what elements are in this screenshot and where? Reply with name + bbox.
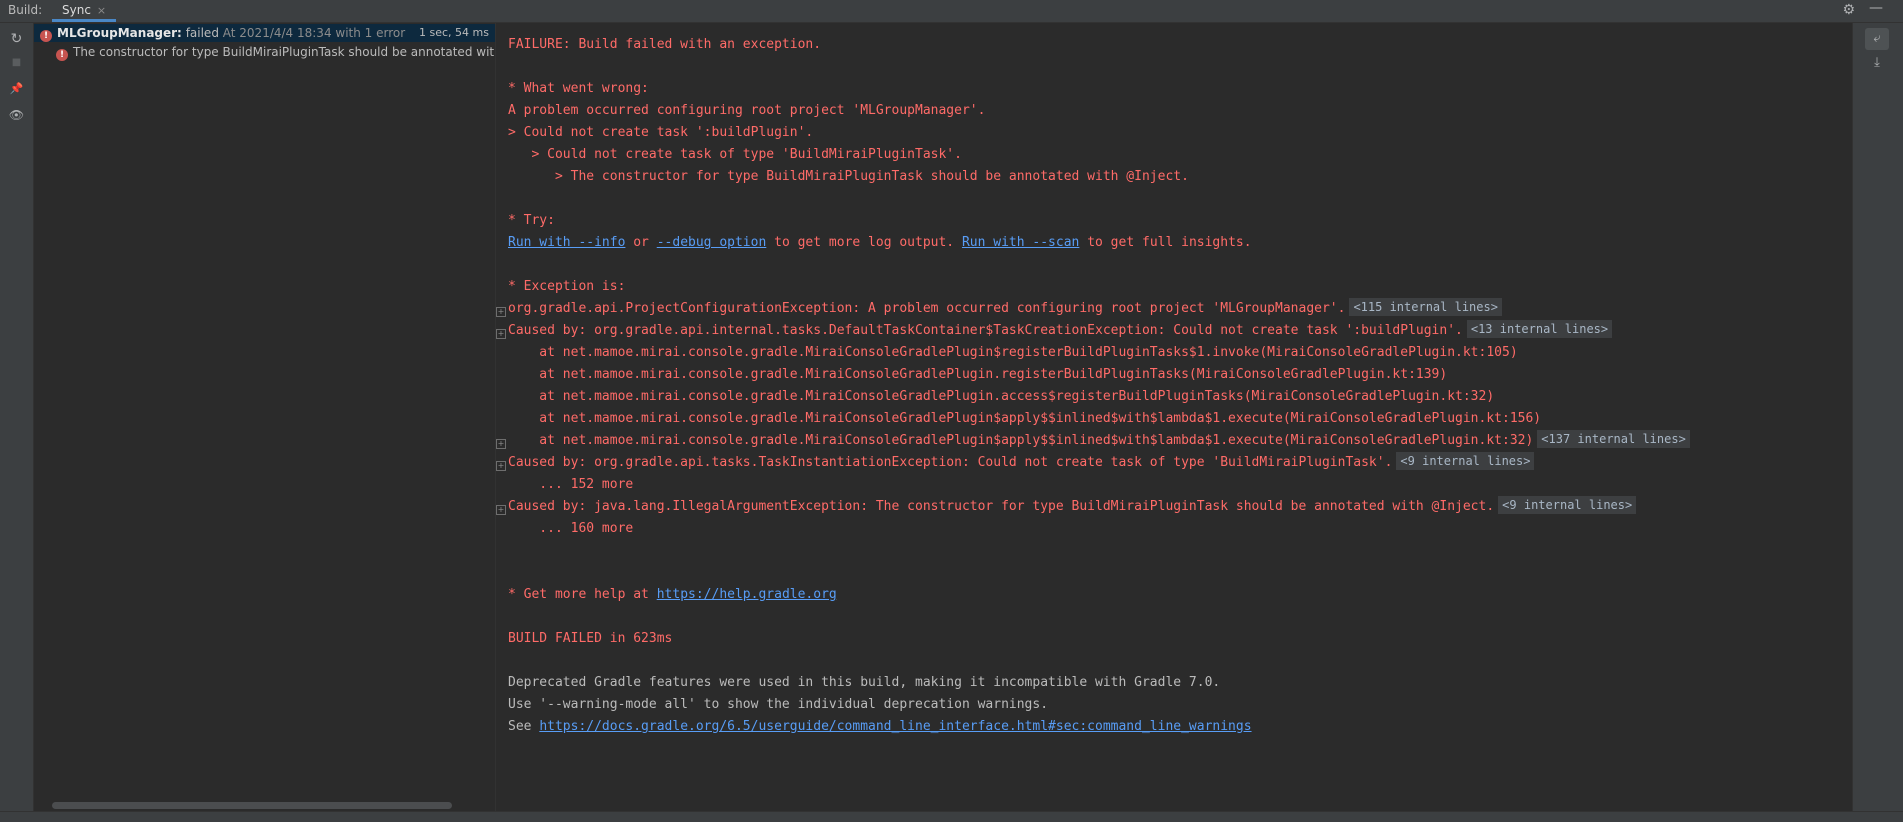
- close-icon[interactable]: ×: [97, 4, 106, 17]
- error-message: The constructor for type BuildMiraiPlugi…: [73, 45, 496, 59]
- internal-lines-badge[interactable]: <9 internal lines>: [1498, 496, 1637, 514]
- internal-lines-badge[interactable]: <115 internal lines>: [1349, 298, 1502, 316]
- scroll-to-end-icon[interactable]: ⤓: [1865, 52, 1889, 74]
- build-duration: 1 sec, 54 ms: [419, 26, 489, 39]
- horizontal-scrollbar[interactable]: [52, 802, 452, 809]
- build-detail: At 2021/4/4 18:34 with 1 error: [222, 26, 406, 40]
- docs-link[interactable]: https://docs.gradle.org/6.5/userguide/co…: [539, 719, 1251, 734]
- eye-icon[interactable]: 👁: [0, 103, 33, 127]
- console-line: > Could not create task ':buildPlugin'.: [508, 125, 814, 140]
- help-link[interactable]: https://help.gradle.org: [657, 587, 837, 602]
- soft-wrap-icon[interactable]: ⤶: [1865, 28, 1889, 50]
- stacktrace-line: at net.mamoe.mirai.console.gradle.MiraiC…: [508, 430, 1690, 452]
- console-text: to get full insights.: [1079, 235, 1252, 250]
- expand-icon[interactable]: +: [496, 329, 506, 339]
- console-text: org.gradle.api.ProjectConfigurationExcep…: [508, 301, 1346, 316]
- project-name: MLGroupManager:: [57, 26, 182, 40]
- run-info-link[interactable]: Run with --info: [508, 235, 625, 250]
- tree-item-error[interactable]: ! The constructor for type BuildMiraiPlug…: [34, 43, 496, 61]
- console-line: * Exception is:: [508, 279, 626, 294]
- exception-line: Caused by: java.lang.IllegalArgumentExce…: [508, 496, 1637, 518]
- console-text: Caused by: org.gradle.api.internal.tasks…: [508, 323, 1463, 338]
- internal-lines-badge[interactable]: <137 internal lines>: [1537, 430, 1690, 448]
- console-line: FAILURE: Build failed with an exception.: [508, 37, 822, 52]
- run-scan-link[interactable]: Run with --scan: [962, 235, 1079, 250]
- console-text: to get more log output.: [766, 235, 962, 250]
- sync-icon[interactable]: ↻: [0, 27, 33, 51]
- console-text: Caused by: org.gradle.api.tasks.TaskInst…: [508, 455, 1393, 470]
- console-text: See: [508, 719, 540, 734]
- console-line: * What went wrong:: [508, 81, 649, 96]
- stacktrace-line: at net.mamoe.mirai.console.gradle.MiraiC…: [508, 389, 1495, 404]
- console-line: > The constructor for type BuildMiraiPlu…: [508, 169, 1189, 184]
- debug-option-link[interactable]: --debug option: [657, 235, 767, 250]
- console-line: Deprecated Gradle features were used in …: [508, 675, 1221, 690]
- console-text: Caused by: java.lang.IllegalArgumentExce…: [508, 499, 1495, 514]
- build-failed-line: BUILD FAILED in 623ms: [508, 631, 673, 646]
- console-line: > Could not create task of type 'BuildMi…: [508, 147, 962, 162]
- gear-icon[interactable]: ⚙: [1842, 2, 1855, 18]
- expand-icon[interactable]: +: [496, 307, 506, 317]
- stacktrace-line: at net.mamoe.mirai.console.gradle.MiraiC…: [508, 411, 1542, 426]
- docs-line: See https://docs.gradle.org/6.5/userguid…: [508, 716, 1252, 738]
- console-line: A problem occurred configuring root proj…: [508, 103, 986, 118]
- console-text: * Get more help at: [508, 587, 657, 602]
- exception-line: org.gradle.api.ProjectConfigurationExcep…: [508, 298, 1502, 320]
- tab-sync-label: Sync: [62, 3, 91, 17]
- try-line: Run with --info or --debug option to get…: [508, 232, 1252, 254]
- tab-sync[interactable]: Sync ×: [52, 0, 117, 22]
- help-line: * Get more help at https://help.gradle.o…: [508, 584, 837, 606]
- expand-icon[interactable]: +: [496, 505, 506, 515]
- build-tree: ! MLGroupManager: failed At 2021/4/4 18:3…: [34, 23, 496, 811]
- tree-item-root[interactable]: ! MLGroupManager: failed At 2021/4/4 18:3…: [34, 24, 495, 42]
- pin-icon[interactable]: 📌: [0, 77, 33, 101]
- expand-icon[interactable]: +: [496, 461, 506, 471]
- bottom-tool-strip: [0, 811, 1903, 822]
- build-output-console: FAILURE: Build failed with an exception.…: [496, 23, 1852, 811]
- expand-icon[interactable]: +: [496, 439, 506, 449]
- stacktrace-line: ... 160 more: [508, 521, 634, 536]
- error-icon: !: [56, 49, 68, 61]
- right-toolbar: ⤶ ⤓: [1852, 23, 1903, 811]
- internal-lines-badge[interactable]: <9 internal lines>: [1396, 452, 1535, 470]
- exception-line: Caused by: org.gradle.api.internal.tasks…: [508, 320, 1613, 342]
- left-toolbar: ↻ ■ 📌 👁: [0, 23, 34, 811]
- tool-window-title: Build:: [8, 3, 43, 17]
- console-text: or: [625, 235, 657, 250]
- stacktrace-line: at net.mamoe.mirai.console.gradle.MiraiC…: [508, 367, 1448, 382]
- internal-lines-badge[interactable]: <13 internal lines>: [1466, 320, 1613, 338]
- error-icon: !: [40, 30, 52, 42]
- stacktrace-line: at net.mamoe.mirai.console.gradle.MiraiC…: [508, 345, 1518, 360]
- console-line: * Try:: [508, 213, 555, 228]
- tool-window-header: Build: Sync × ⚙ —: [0, 0, 1903, 23]
- console-line: Use '--warning-mode all' to show the ind…: [508, 697, 1049, 712]
- exception-line: Caused by: org.gradle.api.tasks.TaskInst…: [508, 452, 1535, 474]
- console-text: at net.mamoe.mirai.console.gradle.MiraiC…: [508, 433, 1534, 448]
- minimize-icon[interactable]: —: [1869, 0, 1883, 16]
- build-status: failed: [185, 26, 219, 40]
- stacktrace-line: ... 152 more: [508, 477, 634, 492]
- stop-icon[interactable]: ■: [0, 51, 33, 75]
